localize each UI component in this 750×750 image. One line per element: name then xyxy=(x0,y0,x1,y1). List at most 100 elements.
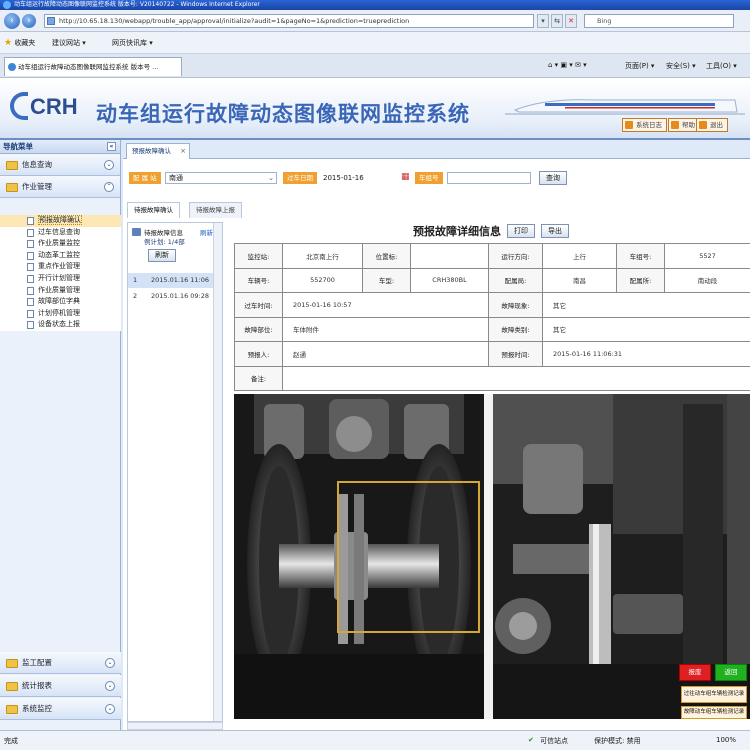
close-tab-icon[interactable]: × xyxy=(180,144,186,159)
content-tab-strip: 预报故障确认 × xyxy=(123,140,750,159)
home-icon[interactable]: ⌂ ▾ ▣ ▾ ✉ ▾ xyxy=(548,61,587,69)
menu-tools[interactable]: 工具(O) ▾ xyxy=(706,61,737,71)
horizontal-scrollbar[interactable] xyxy=(127,722,223,730)
list-refresh-link[interactable]: 刷新 xyxy=(200,227,213,237)
sidebar-group-monitor[interactable]: 系统监控 ⌄ xyxy=(0,698,121,720)
detail-value: 2015-01-16 10:57 xyxy=(282,292,489,318)
list-item[interactable]: 2 2015.01.16 09:28 xyxy=(128,289,213,304)
address-dropdown-icon[interactable]: ▾ xyxy=(537,14,549,28)
detail-key: 车组号: xyxy=(616,243,665,269)
sidebar-item[interactable]: 作业质量监控 xyxy=(0,238,121,250)
expand-icon[interactable]: ⌄ xyxy=(105,658,115,668)
logout-link[interactable]: 退出 xyxy=(696,118,728,132)
expand-icon[interactable]: ⌄ xyxy=(105,704,115,714)
tab-fault-confirm[interactable]: 预报故障确认 × xyxy=(126,143,190,159)
red-action-button[interactable]: 报废 xyxy=(679,664,711,681)
detail-key: 车辆号: xyxy=(234,267,283,293)
refresh-button[interactable]: 刷新 xyxy=(148,249,176,262)
favorites-button[interactable]: ★ 收藏夹 xyxy=(4,38,35,48)
detail-value: 552700 xyxy=(282,267,363,293)
address-bar-row: ‹ › http://10.65.18.130/webapp/trouble_a… xyxy=(0,10,750,32)
export-button[interactable]: 导出 xyxy=(541,224,569,238)
browser-tab[interactable]: 动车组运行故障动态图像联网监控系统 版本号 ... xyxy=(4,57,182,76)
train-input[interactable] xyxy=(447,172,531,184)
sidebar-item-label: 重点作业管理 xyxy=(38,262,80,271)
list-item[interactable]: 1 2015.01.16 11:06 xyxy=(128,273,213,288)
sidebar-group-config[interactable]: 监工配置 ⌄ xyxy=(0,652,121,674)
expand-icon[interactable]: ⌄ xyxy=(104,160,114,170)
detail-value: 南动段 xyxy=(664,267,750,293)
bogie-image-left[interactable] xyxy=(234,394,484,719)
sidebar-item[interactable]: 作业质量管理 xyxy=(0,285,121,297)
detail-key: 位置标: xyxy=(362,243,411,269)
sidebar-item[interactable]: 开行计划管理 xyxy=(0,273,121,285)
collapse-icon[interactable]: « xyxy=(107,142,116,151)
sidebar-submenu: 预报故障确认 过车信息查询 作业质量监控 动态革工监控 重点作业管理开行计划管理 作业质量… xyxy=(0,215,121,331)
detail-value: 南昌 xyxy=(542,267,617,293)
subtab-pending-report[interactable]: 待报故障上报 xyxy=(189,202,242,218)
station-label: 配 属 站 xyxy=(129,172,161,184)
remarks-field[interactable] xyxy=(282,365,750,391)
ie-logo-icon xyxy=(3,1,11,9)
train-label: 车组号 xyxy=(415,172,443,184)
sidebar-group-label: 信息查询 xyxy=(22,160,52,169)
query-button[interactable]: 查询 xyxy=(539,171,567,185)
sidebar-item[interactable]: 重点作业管理 xyxy=(0,261,121,273)
sidebar-item[interactable]: 设备状态上报 xyxy=(0,319,121,331)
detail-row: 故障部位: 车体附件 故障类别: 其它 xyxy=(234,316,750,342)
bogie-image-right[interactable]: 报废 返回 过往动车组车辆检测记录 故障动车组车辆检测记录 xyxy=(493,394,750,719)
system-log-link[interactable]: 系统日志 xyxy=(622,118,667,132)
detail-key: 监控站: xyxy=(234,243,283,269)
sidebar-item[interactable]: 过车信息查询 xyxy=(0,227,121,239)
protected-mode-text: 保护模式: 禁用 xyxy=(594,737,641,745)
menu-page[interactable]: 页面(P) ▾ xyxy=(625,61,654,71)
sidebar-item[interactable]: 故障部位字典 xyxy=(0,296,121,308)
compat-icon[interactable]: ⇆ xyxy=(551,14,563,28)
back-icon[interactable]: ‹ xyxy=(4,13,20,29)
status-bar: 完成 ✔ 可信站点 保护模式: 禁用 100% xyxy=(0,730,750,750)
sidebar-group-work[interactable]: 作业管理 ⌃ xyxy=(0,176,120,198)
sidebar-item[interactable]: 计划停机管理 xyxy=(0,308,121,320)
fault-record-button[interactable]: 故障动车组车辆检测记录 xyxy=(681,706,747,719)
history-record-button[interactable]: 过往动车组车辆检测记录 xyxy=(681,686,747,703)
folder-icon xyxy=(6,682,18,691)
detail-key: 预报人: xyxy=(234,341,283,367)
folder-icon xyxy=(6,161,18,170)
collapse-group-icon[interactable]: ⌃ xyxy=(104,182,114,192)
subtab-strip: 待报故障确认 待报故障上报 xyxy=(123,202,750,218)
detail-value: 北京南上行 xyxy=(282,243,363,269)
address-input[interactable]: http://10.65.18.130/webapp/trouble_app/a… xyxy=(44,14,534,28)
sidebar-group-query[interactable]: 信息查询 ⌄ xyxy=(0,154,120,176)
sidebar-item[interactable]: 预报故障确认 xyxy=(0,215,121,227)
green-action-button[interactable]: 返回 xyxy=(715,664,747,681)
app-header: CRH 动车组运行故障动态图像联网监控系统 系统日志 帮助 退出 xyxy=(0,78,750,140)
list-scrollbar[interactable] xyxy=(213,223,222,721)
crh-logo: CRH xyxy=(30,94,78,119)
document-icon xyxy=(27,251,34,260)
forward-icon[interactable]: › xyxy=(22,14,36,28)
detail-row: 过车时间: 2015-01-16 10:57 故障现象: 其它 xyxy=(234,292,750,318)
menu-safety[interactable]: 安全(S) ▾ xyxy=(666,61,696,71)
calendar-icon[interactable]: ▦ xyxy=(401,172,410,182)
detail-key: 故障部位: xyxy=(234,316,283,342)
sidebar-group-label: 系统监控 xyxy=(22,704,52,713)
sidebar-title: 导航菜单 xyxy=(3,142,33,151)
list-item-number: 2 xyxy=(133,292,138,300)
print-button[interactable]: 打印 xyxy=(507,224,535,238)
help-label: 帮助 xyxy=(682,121,695,129)
sidebar-item[interactable]: 动态革工监控 xyxy=(0,250,121,262)
zoom-level[interactable]: 100% xyxy=(716,736,736,744)
fav-link-webslice[interactable]: 网页快讯库 ▾ xyxy=(112,38,153,48)
help-icon xyxy=(671,121,679,129)
date-input[interactable]: 2015-01-16 xyxy=(319,172,407,184)
station-select[interactable]: 南通 ⌄ xyxy=(165,172,277,184)
fav-link-suggested[interactable]: 建议网站 ▾ xyxy=(52,38,86,48)
detail-value: 其它 xyxy=(542,316,750,342)
subtab-pending-confirm[interactable]: 待报故障确认 xyxy=(127,202,180,218)
detail-row: 备注: xyxy=(234,365,750,391)
stop-icon[interactable]: ✕ xyxy=(565,14,577,28)
sidebar-group-reports[interactable]: 统计报表 ⌄ xyxy=(0,675,121,697)
plan-text: 例计划: 1/4部 xyxy=(144,238,185,246)
search-input[interactable]: Bing xyxy=(584,14,734,28)
expand-icon[interactable]: ⌄ xyxy=(105,681,115,691)
